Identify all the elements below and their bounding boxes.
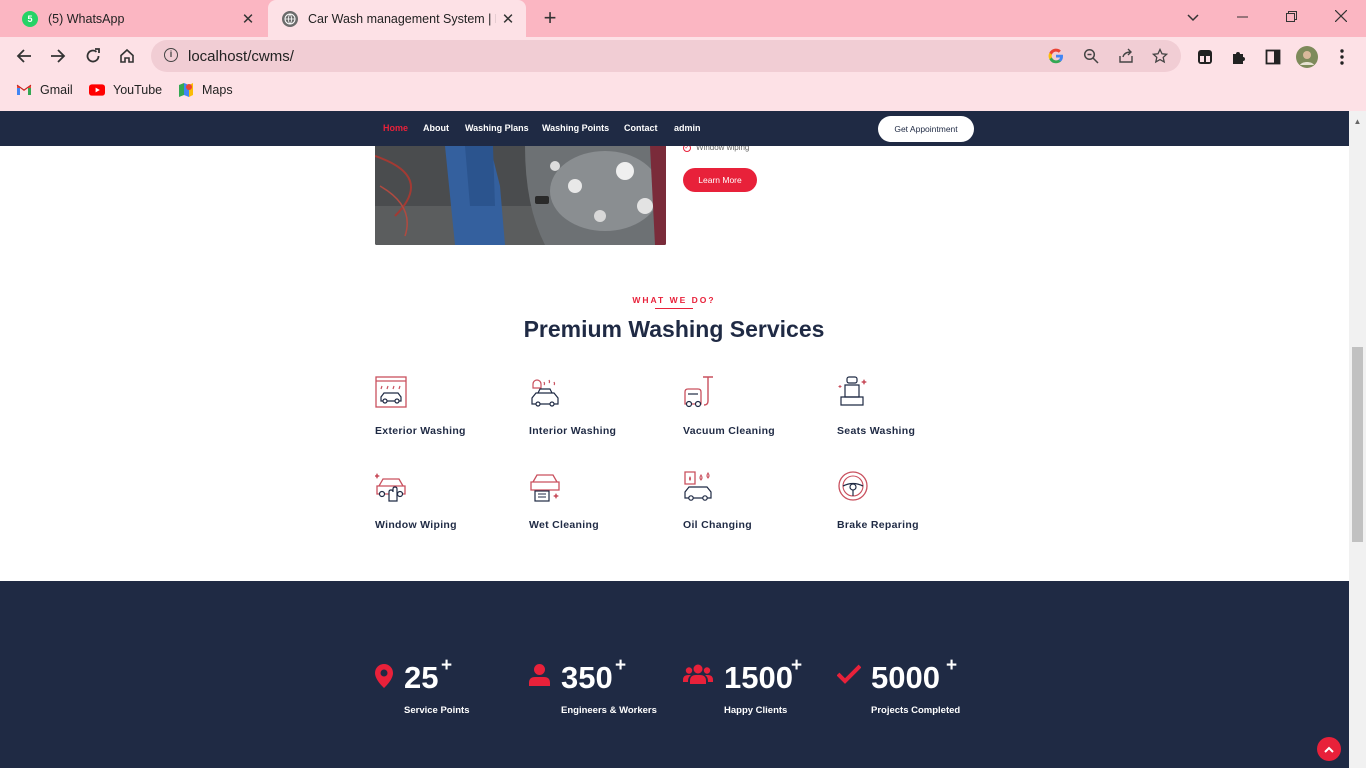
maps-icon (178, 83, 194, 97)
car-wash-photo (375, 146, 666, 245)
close-tab-icon[interactable]: ✕ (496, 10, 520, 28)
interior-wash-icon (531, 379, 559, 407)
service-interior-washing[interactable]: Interior Washing (529, 376, 679, 437)
service-window-wiping[interactable]: Window Wiping (375, 470, 525, 531)
globe-icon (282, 10, 298, 27)
stat-suffix: + (946, 655, 958, 676)
browser-menu-icon[interactable] (1331, 46, 1353, 68)
restore-button[interactable] (1268, 5, 1314, 29)
back-button[interactable] (11, 43, 37, 69)
service-label: Exterior Washing (375, 425, 466, 437)
site-info-icon[interactable]: i (164, 48, 178, 62)
tab-car-wash[interactable]: Car Wash management System | Ho ✕ (268, 0, 526, 37)
get-appointment-button[interactable]: Get Appointment (878, 116, 974, 142)
tab-whatsapp[interactable]: 5 (5) WhatsApp ✕ (8, 0, 266, 37)
share-icon[interactable] (1116, 46, 1136, 66)
stat-value: 5000 (871, 660, 940, 695)
stat-label: Projects Completed (871, 705, 961, 716)
service-label: Interior Washing (529, 425, 617, 437)
learn-more-button[interactable]: Learn More (683, 168, 757, 192)
back-to-top-button[interactable] (1317, 737, 1341, 761)
nav-home[interactable]: Home (383, 123, 408, 133)
map-pin-icon (375, 664, 393, 688)
bookmark-star-icon[interactable] (1150, 46, 1170, 66)
users-icon (683, 664, 713, 684)
seat-icon (838, 376, 867, 406)
extension-icon[interactable] (1194, 46, 1216, 68)
vacuum-icon (684, 376, 713, 408)
reload-button[interactable] (80, 43, 106, 69)
service-label: Brake Reparing (837, 519, 919, 531)
new-tab-button[interactable]: + (538, 6, 562, 30)
stat-label: Engineers & Workers (561, 705, 657, 716)
close-tab-icon[interactable]: ✕ (236, 10, 260, 28)
car-wash-icon (375, 376, 407, 408)
service-exterior-washing[interactable]: Exterior Washing (375, 376, 525, 437)
stat-suffix: + (615, 655, 627, 676)
bookmarks-bar: Gmail YouTube Maps (0, 75, 1366, 111)
check-icon (837, 664, 861, 684)
home-button[interactable] (114, 43, 140, 69)
wet-clean-icon (530, 474, 560, 502)
browser-tab-strip: 5 (5) WhatsApp ✕ Car Wash management Sys… (0, 0, 1366, 37)
page-viewport: ✓ Window wiping Learn More Home About Wa… (0, 111, 1349, 768)
tab-title: Car Wash management System | Ho (308, 11, 496, 26)
tab-search-chevron-icon[interactable] (1170, 5, 1216, 29)
scrollbar-thumb[interactable] (1352, 347, 1363, 542)
service-brake-reparing[interactable]: Brake Reparing (837, 470, 987, 531)
stat-suffix: + (441, 655, 453, 676)
nav-washing-points[interactable]: Washing Points (542, 123, 609, 133)
stat-label: Happy Clients (724, 705, 788, 716)
stat-value: 25 (404, 660, 439, 695)
eyebrow-underline (655, 308, 693, 309)
service-label: Wet Cleaning (529, 519, 599, 531)
window-wipe-icon (375, 473, 406, 502)
user-icon (529, 664, 550, 686)
service-vacuum-cleaning[interactable]: Vacuum Cleaning (683, 376, 833, 437)
section-title: Premium Washing Services (523, 316, 825, 342)
service-label: Vacuum Cleaning (683, 425, 776, 437)
bookmark-youtube[interactable]: YouTube (89, 83, 162, 97)
service-seats-washing[interactable]: Seats Washing (837, 376, 987, 437)
service-wet-cleaning[interactable]: Wet Cleaning (529, 470, 679, 531)
side-panel-icon[interactable] (1262, 46, 1284, 68)
service-label: Window Wiping (375, 519, 457, 531)
address-bar[interactable]: i localhost/cwms/ (151, 40, 1181, 72)
nav-admin[interactable]: admin (674, 123, 701, 133)
minimize-button[interactable] (1219, 5, 1265, 29)
stat-suffix: + (791, 655, 803, 676)
stats-section: 25 + Service Points 350 + Engineers & Wo… (0, 581, 1349, 768)
whatsapp-icon: 5 (22, 10, 38, 27)
section-eyebrow: WHAT WE DO? (632, 295, 716, 305)
brake-icon (838, 471, 868, 501)
stat-label: Service Points (404, 705, 470, 716)
stat-value: 350 (561, 660, 613, 695)
service-label: Oil Changing (683, 519, 752, 531)
url-text: localhost/cwms/ (188, 48, 294, 65)
oil-change-icon (684, 471, 712, 501)
google-icon[interactable] (1046, 46, 1066, 66)
stat-value: 1500 (724, 660, 793, 695)
scroll-up-arrow-icon[interactable]: ▲ (1353, 117, 1362, 126)
site-navbar: Home About Washing Plans Washing Points … (0, 111, 1349, 146)
service-label: Seats Washing (837, 425, 916, 437)
bookmark-maps[interactable]: Maps (178, 83, 233, 97)
youtube-icon (89, 83, 105, 97)
forward-button[interactable] (45, 43, 71, 69)
tab-title: (5) WhatsApp (48, 11, 125, 26)
gmail-icon (16, 83, 32, 97)
service-oil-changing[interactable]: Oil Changing (683, 470, 833, 531)
chevron-up-icon (1324, 746, 1334, 753)
close-window-button[interactable] (1318, 5, 1364, 29)
bookmark-gmail[interactable]: Gmail (16, 83, 73, 97)
nav-washing-plans[interactable]: Washing Plans (465, 123, 529, 133)
page-scrollbar[interactable]: ▲ (1349, 111, 1366, 768)
nav-contact[interactable]: Contact (624, 123, 658, 133)
browser-toolbar: i localhost/cwms/ (0, 37, 1366, 75)
puzzle-icon[interactable] (1228, 46, 1250, 68)
profile-avatar[interactable] (1296, 46, 1318, 68)
zoom-icon[interactable] (1081, 46, 1101, 66)
nav-about[interactable]: About (423, 123, 449, 133)
